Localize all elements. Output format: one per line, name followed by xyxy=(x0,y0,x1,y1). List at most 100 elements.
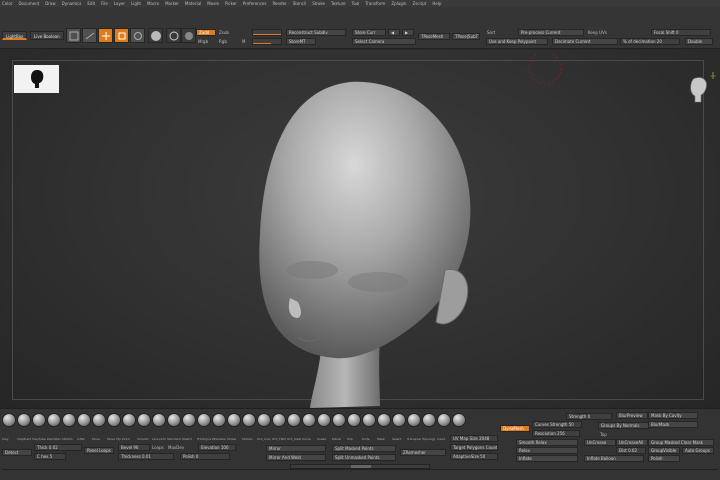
elevation-slider[interactable]: Elevation 100 xyxy=(198,444,236,451)
menu-item-stencil[interactable]: Stencil xyxy=(293,1,307,6)
brush-move[interactable] xyxy=(92,413,106,427)
uncrease-button[interactable]: UnCrease xyxy=(584,439,616,446)
brush-claybuildup[interactable] xyxy=(17,413,31,427)
brush-planar[interactable] xyxy=(332,413,346,427)
groups-by-normals-button[interactable]: Groups By Normals xyxy=(598,422,650,429)
brush-orb-flatten[interactable] xyxy=(272,413,286,427)
menu-item-zscript[interactable]: Zscript xyxy=(412,1,426,6)
inflate-button[interactable]: Inflate xyxy=(516,455,578,462)
brush-select[interactable] xyxy=(392,413,406,427)
store-curr-button[interactable]: Store Curr xyxy=(352,29,386,36)
scrollbar-grip[interactable] xyxy=(351,465,371,468)
menu-item-material[interactable]: Material xyxy=(185,1,201,6)
brush-standard[interactable] xyxy=(167,413,181,427)
dist-slider[interactable]: Dist 0.02 xyxy=(616,447,646,454)
move-tile[interactable] xyxy=(98,28,113,43)
live-boolean-button[interactable]: Live Boolean xyxy=(30,31,64,40)
thick-slider[interactable]: Thick 0.02 xyxy=(34,444,82,451)
split-unmasked-points-button[interactable]: Split Unmasked Points xyxy=(332,454,396,461)
scale-tile[interactable] xyxy=(114,28,129,43)
tpose-subt-button[interactable]: TPose|SubT xyxy=(452,33,480,40)
split-masked-points-button[interactable]: Split Masked Points xyxy=(332,445,396,452)
brush-scurvetube[interactable] xyxy=(152,413,166,427)
menu-item-light[interactable]: Light xyxy=(131,1,141,6)
menu-item-stroke[interactable]: Stroke xyxy=(312,1,325,6)
prev-button[interactable]: ◀ xyxy=(388,29,400,36)
navigation-cube[interactable] xyxy=(682,70,718,106)
c-hex-slider[interactable]: C hex 5 xyxy=(34,453,66,460)
brush-knife[interactable] xyxy=(362,413,376,427)
draw-tile[interactable] xyxy=(82,28,97,43)
strength-slider[interactable]: Strength 0 xyxy=(566,413,612,420)
uv-map-size-slider[interactable]: UV Map Size 2048 xyxy=(450,435,498,442)
rotate-tile[interactable] xyxy=(130,28,145,43)
zsub-button[interactable]: Zsub xyxy=(219,30,229,35)
keep-uvs-toggle[interactable]: Keep UVs xyxy=(588,30,607,35)
texture-tile[interactable] xyxy=(181,28,196,43)
tray-scrollbar[interactable] xyxy=(290,464,430,469)
inflate-balloon-button[interactable]: Inflate Balloon xyxy=(584,455,644,462)
zremesher-button[interactable]: ZRemesher xyxy=(400,449,446,456)
menu-item-marker[interactable]: Marker xyxy=(165,1,179,6)
brush-insert[interactable] xyxy=(437,413,451,427)
decimate-current-button[interactable]: Decimate Current xyxy=(552,38,618,45)
thickness-slider[interactable]: Thickness 0.01 xyxy=(118,453,174,460)
lightbox-button[interactable]: LightBox xyxy=(2,31,28,40)
auto-groups-button[interactable]: Auto Groups xyxy=(682,447,714,454)
menu-item-edit[interactable]: Edit xyxy=(87,1,95,6)
brush-snake[interactable] xyxy=(317,413,331,427)
brush-clay[interactable] xyxy=(2,413,16,427)
target-polygons-slider[interactable]: Target Polygons Count 5 xyxy=(450,444,498,451)
dynamesh-button[interactable]: DynaMesh xyxy=(500,425,530,432)
menu-item-preferences[interactable]: Preferences xyxy=(243,1,267,6)
panel-loops-button[interactable]: Panel Loops xyxy=(84,447,114,454)
double-toggle[interactable]: Double xyxy=(685,38,713,45)
brush-move-topo[interactable] xyxy=(107,413,121,427)
brush-orb-slash[interactable] xyxy=(287,413,301,427)
group-visible-button[interactable]: GroupVisible xyxy=(648,447,680,454)
menu-item-help[interactable]: Help xyxy=(432,1,441,6)
uncrease-all-button[interactable]: UnCreaseAll xyxy=(616,439,648,446)
menu-item-document[interactable]: Document xyxy=(18,1,39,6)
menu-item-draw[interactable]: Draw xyxy=(45,1,55,6)
menu-item-transform[interactable]: Transform xyxy=(365,1,385,6)
blur-preview-button[interactable]: BlurPreview xyxy=(616,412,648,419)
brush-slash3[interactable] xyxy=(182,413,196,427)
brush-orb-cracks[interactable] xyxy=(257,413,271,427)
group-masked-clear-mask-button[interactable]: Group Masked Clear Mask xyxy=(648,439,714,446)
brush-curve[interactable] xyxy=(302,413,316,427)
menu-item-macro[interactable]: Macro xyxy=(147,1,159,6)
m-button[interactable]: M xyxy=(242,39,245,44)
mrgb-button[interactable]: Mrgb xyxy=(198,39,208,44)
menu-item-zplugin[interactable]: Zplugin xyxy=(391,1,406,6)
menu-item-render[interactable]: Render xyxy=(272,1,286,6)
menu-item-layer[interactable]: Layer xyxy=(114,1,125,6)
use-keep-polypaint-toggle[interactable]: Use and Keep Polypaint xyxy=(486,38,548,45)
menu-item-tool[interactable]: Tool xyxy=(352,1,360,6)
detect-button[interactable]: Detect xyxy=(2,449,32,456)
select-camera-button[interactable]: Select Camera xyxy=(352,38,416,45)
menu-item-movie[interactable]: Movie xyxy=(207,1,219,6)
brush-mask[interactable] xyxy=(377,413,391,427)
brush-topology[interactable] xyxy=(422,413,436,427)
zadd-button[interactable]: Zadd xyxy=(196,29,216,36)
brush-transpose[interactable] xyxy=(407,413,421,427)
canvas-viewport[interactable] xyxy=(0,50,720,408)
reconstruct-subdiv-button[interactable]: Reconstruct Subdiv xyxy=(286,29,346,36)
menu-item-texture[interactable]: Texture xyxy=(331,1,346,6)
edit-tile[interactable] xyxy=(66,28,81,43)
brush-inflat[interactable] xyxy=(77,413,91,427)
brush-damstandard[interactable] xyxy=(47,413,61,427)
mirror-and-weld-button[interactable]: Mirror And Weld xyxy=(266,454,326,461)
menu-item-picker[interactable]: Picker xyxy=(225,1,237,6)
decimation-percent-slider[interactable]: % of decimation 20 xyxy=(620,38,680,45)
menu-item-file[interactable]: File xyxy=(101,1,108,6)
rgb-button[interactable]: Rgb xyxy=(219,39,227,44)
brush-chisel[interactable] xyxy=(227,413,241,427)
blur-mask-button[interactable]: BlurMask xyxy=(648,421,698,428)
brush-claytubes[interactable] xyxy=(32,413,46,427)
brush-smooth[interactable] xyxy=(137,413,151,427)
next-button[interactable]: ▶ xyxy=(402,29,414,36)
pre-process-current-button[interactable]: Pre-process Current xyxy=(518,29,584,36)
menu-item-dynamics[interactable]: Dynamics xyxy=(62,1,82,6)
